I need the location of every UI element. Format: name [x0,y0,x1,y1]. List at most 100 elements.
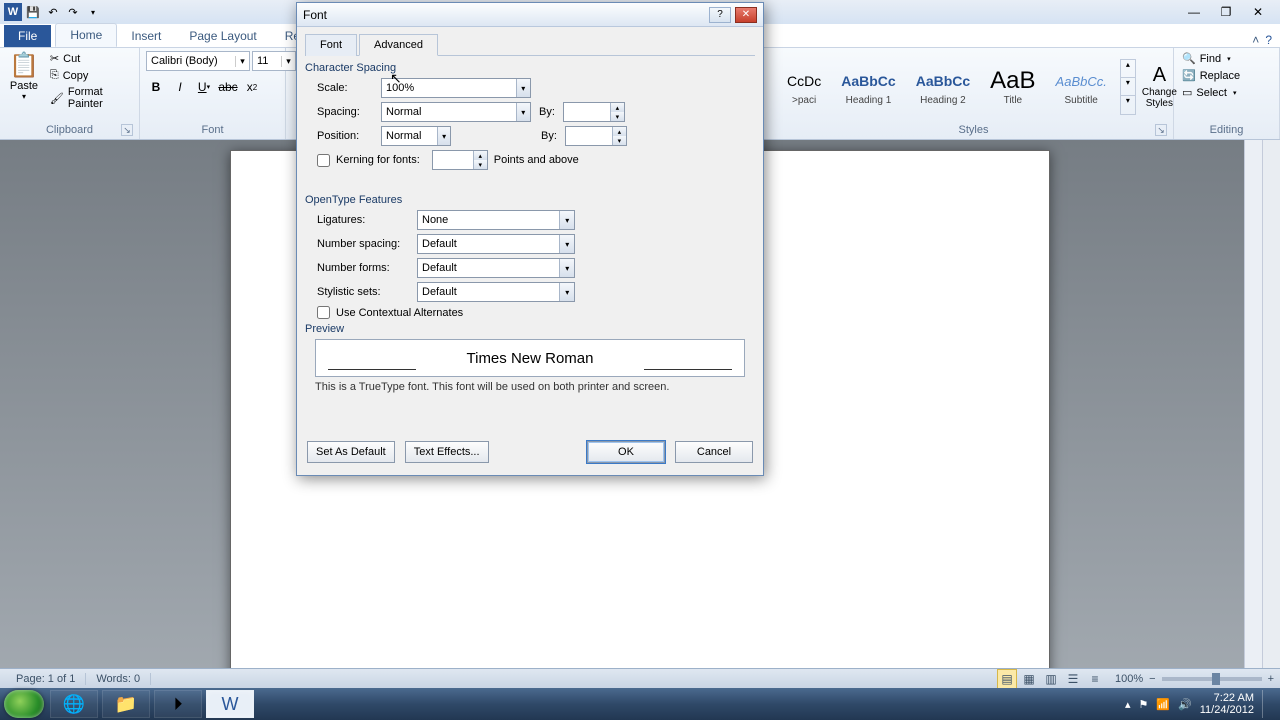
cut-button[interactable]: ✂Cut [48,51,133,66]
close-window-button[interactable]: ✕ [1246,4,1270,20]
up-icon[interactable]: ▴ [610,103,624,112]
zoom-value[interactable]: 100% [1115,673,1143,685]
up-icon[interactable]: ▴ [612,127,626,136]
kerning-size-input[interactable] [433,154,473,167]
restore-button[interactable]: ❐ [1214,4,1238,20]
italic-button[interactable]: I [170,77,190,97]
help-icon[interactable]: ? [1265,33,1272,47]
style-subtitle[interactable]: AaBbCc.Subtitle [1049,64,1114,109]
underline-button[interactable]: U▾ [194,77,214,97]
find-button[interactable]: 🔍Find▾ [1180,51,1242,66]
select-button[interactable]: ▭Select▾ [1180,85,1242,100]
numspacing-input[interactable] [418,238,559,250]
spacing-combo[interactable]: ▾ [381,102,531,122]
ligatures-combo[interactable]: ▾ [417,210,575,230]
font-name-input[interactable] [147,55,235,67]
cancel-button[interactable]: Cancel [675,441,753,463]
chevron-down-icon[interactable]: ▾ [235,56,249,67]
down-icon[interactable]: ▾ [473,160,487,169]
tray-volume-icon[interactable]: 🔊 [1178,698,1192,711]
format-painter-button[interactable]: 🖌Format Painter [48,85,133,111]
bold-button[interactable]: B [146,77,166,97]
tab-page-layout[interactable]: Page Layout [175,25,270,47]
dialog-titlebar[interactable]: Font ? ✕ [297,3,763,27]
scale-input[interactable] [382,82,516,94]
tray-clock[interactable]: 7:22 AM 11/24/2012 [1200,692,1254,716]
ribbon-minimize-icon[interactable]: ˄ [1252,33,1259,47]
font-size-input[interactable] [253,55,281,67]
replace-button[interactable]: 🔄Replace [1180,68,1242,83]
view-web[interactable]: ▥ [1041,669,1061,689]
styles-scroll-up[interactable]: ▴ [1121,60,1135,78]
clipboard-launcher[interactable]: ↘ [121,124,133,136]
dialog-close-button[interactable]: ✕ [735,7,757,23]
spacing-by-input[interactable] [564,106,610,118]
taskbar-explorer[interactable]: 📁 [102,690,150,718]
style-heading1[interactable]: AaBbCcHeading 1 [834,64,902,109]
qat-dropdown-icon[interactable]: ▾ [84,3,102,21]
chevron-down-icon[interactable]: ▾ [559,283,574,301]
stylistic-input[interactable] [418,286,559,298]
undo-icon[interactable]: ↶ [44,3,62,21]
tab-insert[interactable]: Insert [117,25,175,47]
styles-scroll-down[interactable]: ▾ [1121,78,1135,96]
tab-home[interactable]: Home [55,23,117,47]
save-icon[interactable]: 💾 [24,3,42,21]
chevron-down-icon[interactable]: ▾ [559,259,574,277]
up-icon[interactable]: ▴ [473,151,487,160]
tray-network-icon[interactable]: 📶 [1156,698,1170,711]
position-by-spinner[interactable]: ▴▾ [565,126,627,146]
down-icon[interactable]: ▾ [612,136,626,145]
ok-button[interactable]: OK [587,441,665,463]
taskbar-media[interactable]: ⏵ [154,690,202,718]
chevron-down-icon[interactable]: ▾ [437,127,450,145]
taskbar-word[interactable]: W [206,690,254,718]
zoom-in[interactable]: + [1268,673,1274,685]
show-desktop-button[interactable] [1262,690,1270,718]
paste-button[interactable]: 📋 Paste ▾ [6,51,42,101]
text-effects-button[interactable]: Text Effects... [405,441,489,463]
view-draft[interactable]: ≡ [1085,669,1105,689]
zoom-slider[interactable] [1162,677,1262,681]
down-icon[interactable]: ▾ [610,112,624,121]
status-words[interactable]: Words: 0 [86,673,151,685]
styles-more[interactable]: ▾ [1121,96,1135,114]
styles-launcher[interactable]: ↘ [1155,124,1167,136]
chevron-down-icon[interactable]: ▾ [516,79,530,97]
status-page[interactable]: Page: 1 of 1 [6,673,86,685]
scale-combo[interactable]: ▾ [381,78,531,98]
set-default-button[interactable]: Set As Default [307,441,395,463]
strikethrough-button[interactable]: abc [218,77,238,97]
chevron-down-icon[interactable]: ▾ [516,103,530,121]
vertical-scrollbar[interactable] [1262,140,1280,668]
minimize-button[interactable]: ― [1182,4,1206,20]
numforms-combo[interactable]: ▾ [417,258,575,278]
kerning-size-spinner[interactable]: ▴▾ [432,150,488,170]
style-nospacing[interactable]: CcDc>paci [780,64,828,109]
zoom-out[interactable]: − [1149,673,1155,685]
font-name-combo[interactable]: ▾ [146,51,250,71]
view-fullscreen[interactable]: ▦ [1019,669,1039,689]
kerning-checkbox[interactable] [317,154,330,167]
change-styles-button[interactable]: A Change Styles [1142,64,1177,109]
chevron-down-icon[interactable]: ▾ [559,211,574,229]
tab-font-dialog[interactable]: Font [305,34,357,56]
view-print-layout[interactable]: ▤ [997,669,1017,689]
tray-show-hidden-icon[interactable]: ▴ [1125,698,1131,711]
view-outline[interactable]: ☰ [1063,669,1083,689]
numspacing-combo[interactable]: ▾ [417,234,575,254]
stylistic-combo[interactable]: ▾ [417,282,575,302]
ligatures-input[interactable] [418,214,559,226]
subscript-button[interactable]: x2 [242,77,262,97]
taskbar-ie[interactable]: 🌐 [50,690,98,718]
numforms-input[interactable] [418,262,559,274]
tray-flag-icon[interactable]: ⚑ [1138,698,1148,711]
chevron-down-icon[interactable]: ▾ [559,235,574,253]
spacing-by-spinner[interactable]: ▴▾ [563,102,625,122]
start-button[interactable] [4,690,44,718]
position-input[interactable] [382,130,437,142]
copy-button[interactable]: ⎘Copy [48,68,133,83]
contextual-alternates-checkbox[interactable] [317,306,330,319]
spacing-input[interactable] [382,106,516,118]
tab-advanced[interactable]: Advanced [359,34,438,56]
